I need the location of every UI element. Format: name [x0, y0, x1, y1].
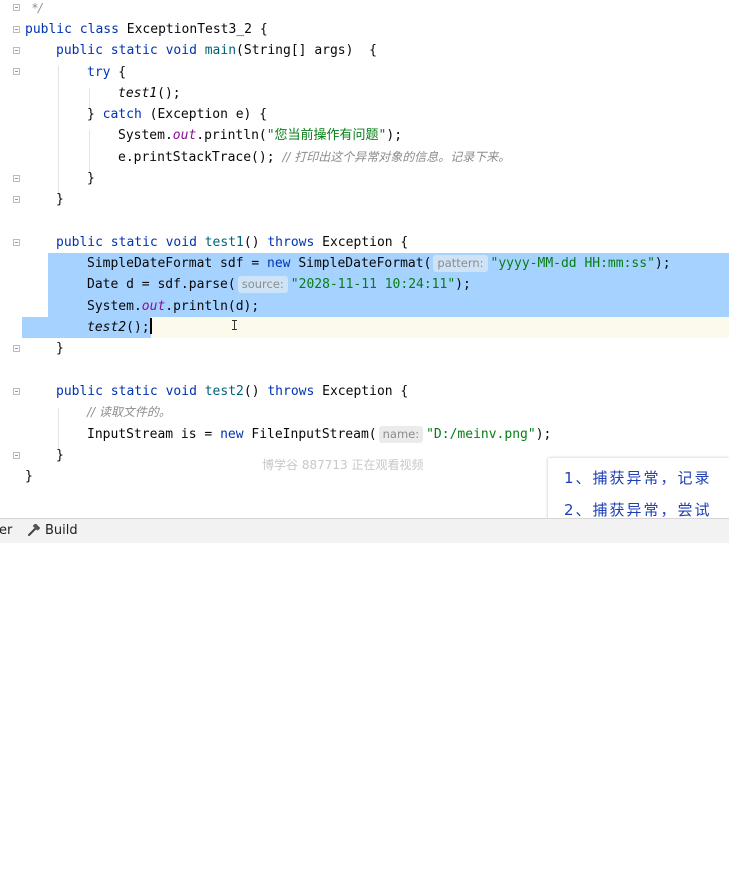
parameter-hint: name:	[378, 426, 424, 443]
code-line: SimpleDateFormat sdf = new SimpleDateFor…	[87, 255, 671, 272]
parameter-hint: source:	[237, 276, 288, 293]
code-line: InputStream is = new FileInputStream(nam…	[87, 426, 552, 443]
code-line: e.printStackTrace(); // 打印出这个异常对象的信息。记录下…	[118, 150, 511, 165]
notes-overlay: 1、捕获异常，记录 2、捕获异常，尝试	[548, 458, 729, 524]
code-line: public static void test2() throws Except…	[56, 384, 409, 399]
code-line: try {	[87, 65, 127, 80]
code-line: public static void main(String[] args) {	[56, 43, 377, 58]
code-line: test1();	[118, 86, 181, 101]
code-editor[interactable]: */ public class ExceptionTest3_2 { publi…	[25, 0, 729, 894]
note-item: 2、捕获异常，尝试	[564, 501, 712, 519]
fold-marker-icon[interactable]	[13, 452, 20, 459]
hammer-icon	[28, 524, 40, 536]
build-tab[interactable]: Build	[45, 523, 78, 538]
editor-gutter	[0, 0, 22, 518]
code-line: } catch (Exception e) {	[87, 107, 268, 122]
fold-marker-icon[interactable]	[13, 239, 20, 246]
code-line: }	[87, 171, 95, 186]
fold-marker-icon[interactable]	[13, 196, 20, 203]
code-line: public class ExceptionTest3_2 {	[25, 22, 268, 37]
tool-window-bar: er Build	[0, 518, 729, 543]
fold-marker-icon[interactable]	[13, 345, 20, 352]
mouse-cursor-icon	[232, 320, 237, 330]
code-line: }	[56, 341, 64, 356]
fold-marker-icon[interactable]	[13, 388, 20, 395]
tool-window-tab-partial[interactable]: er	[0, 523, 12, 538]
code-line: }	[56, 192, 64, 207]
text-caret	[149, 318, 152, 334]
fold-marker-icon[interactable]	[13, 68, 20, 75]
code-line: }	[25, 469, 33, 484]
parameter-hint: pattern:	[433, 255, 488, 272]
note-item: 1、捕获异常，记录	[564, 469, 712, 487]
code-line: // 读取文件的。	[87, 405, 171, 419]
code-line: public static void test1() throws Except…	[56, 235, 409, 250]
fold-marker-icon[interactable]	[13, 4, 20, 11]
code-line: System.out.println(d);	[87, 299, 260, 314]
fold-marker-icon[interactable]	[13, 26, 20, 33]
code-line: */	[32, 1, 43, 15]
video-watermark: 博学谷 887713 正在观看视频	[262, 458, 424, 472]
fold-marker-icon[interactable]	[13, 47, 20, 54]
code-line: test2();	[87, 318, 152, 335]
fold-marker-icon[interactable]	[13, 175, 20, 182]
code-line: }	[56, 448, 64, 463]
code-line: System.out.println("您当前操作有问题");	[118, 128, 403, 143]
code-line: Date d = sdf.parse(source: "2028-11-11 10…	[87, 276, 471, 293]
